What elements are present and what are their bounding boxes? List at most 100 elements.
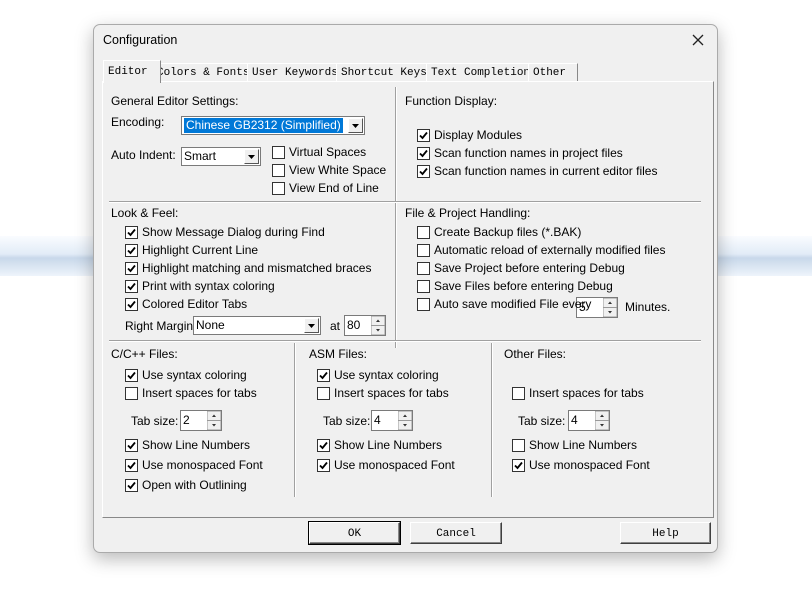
divider: [109, 340, 701, 342]
file-project-option-0-label: Create Backup files (*.BAK): [434, 225, 582, 239]
asm-files-title: ASM Files:: [309, 347, 368, 361]
spinner-arrows-icon[interactable]: [206, 410, 222, 431]
general-option-2-label: View End of Line: [289, 181, 379, 195]
auto-indent-value: Smart: [184, 149, 217, 163]
divider: [491, 343, 493, 497]
tab-user-keywords[interactable]: User Keywords: [247, 63, 340, 82]
function-display-option-2-checkbox[interactable]: [417, 165, 430, 178]
general-option-1-checkbox[interactable]: [272, 164, 285, 177]
checkmark-icon: [127, 300, 136, 309]
function-display-option-1-checkbox[interactable]: [417, 147, 430, 160]
help-button[interactable]: Help: [620, 522, 711, 544]
cpp_files-insert-spaces-checkbox[interactable]: [125, 387, 138, 400]
other_files-insert-spaces-checkbox[interactable]: [512, 387, 525, 400]
tab-other[interactable]: Other: [528, 63, 578, 82]
checkmark-icon: [419, 149, 428, 158]
other_files-line-numbers-label: Show Line Numbers: [529, 438, 638, 452]
asm-tab-size-spinner[interactable]: 4: [371, 410, 413, 431]
cpp_files-outlining-checkbox[interactable]: [125, 479, 138, 492]
look-feel-option-4-checkbox[interactable]: [125, 298, 138, 311]
spinner-arrows-icon[interactable]: [397, 410, 413, 431]
encoding-select[interactable]: Chinese GB2312 (Simplified): [181, 116, 365, 135]
cancel-button[interactable]: Cancel: [410, 522, 502, 544]
look-feel-option-3-label: Print with syntax coloring: [142, 279, 275, 293]
auto-indent-select[interactable]: Smart: [181, 147, 261, 166]
look-feel-option-2-checkbox[interactable]: [125, 262, 138, 275]
checkmark-icon: [319, 441, 328, 450]
cpp-tab-size-label: Tab size:: [131, 414, 179, 428]
divider: [395, 87, 397, 348]
ok-button[interactable]: OK: [308, 521, 401, 545]
checkmark-icon: [419, 167, 428, 176]
asm_files-insert-spaces-checkbox[interactable]: [317, 387, 330, 400]
right-margin-select[interactable]: None: [193, 316, 321, 335]
checkmark-icon: [319, 371, 328, 380]
checkmark-icon: [319, 461, 328, 470]
other_files-insert-spaces-label: Insert spaces for tabs: [529, 386, 644, 400]
file-project-option-4-label: Auto save modified File every: [434, 297, 592, 311]
asm_files-monospaced-checkbox[interactable]: [317, 459, 330, 472]
function-display-option-0-checkbox[interactable]: [417, 129, 430, 142]
asm_files-syntax-checkbox[interactable]: [317, 369, 330, 382]
asm_files-line-numbers-checkbox[interactable]: [317, 439, 330, 452]
asm-tab-size-label: Tab size:: [323, 414, 371, 428]
general-option-2-checkbox[interactable]: [272, 182, 285, 195]
file-project-title: File & Project Handling:: [405, 206, 531, 220]
close-icon[interactable]: [687, 29, 709, 51]
file-project-option-1-label: Automatic reload of externally modified …: [434, 243, 666, 257]
look-feel-option-0-checkbox[interactable]: [125, 226, 138, 239]
chevron-down-icon[interactable]: [304, 318, 319, 333]
cpp_files-syntax-checkbox[interactable]: [125, 369, 138, 382]
checkmark-icon: [127, 246, 136, 255]
function-display-option-0-label: Display Modules: [434, 128, 523, 142]
spinner-arrows-icon[interactable]: [370, 315, 386, 336]
function-display-option-1-label: Scan function names in project files: [434, 146, 623, 160]
file-project-option-3-label: Save Files before entering Debug: [434, 279, 613, 293]
general-settings-title: General Editor Settings:: [111, 94, 239, 108]
cpp_files-insert-spaces-label: Insert spaces for tabs: [142, 386, 257, 400]
file-project-option-3-checkbox[interactable]: [417, 280, 430, 293]
cpp_files-outlining-label: Open with Outlining: [142, 478, 247, 492]
checkmark-icon: [127, 461, 136, 470]
checkmark-icon: [127, 264, 136, 273]
file-project-option-2-checkbox[interactable]: [417, 262, 430, 275]
function-display-option-2-label: Scan function names in current editor fi…: [434, 164, 658, 178]
file-project-option-1-checkbox[interactable]: [417, 244, 430, 257]
general-option-0-checkbox[interactable]: [272, 146, 285, 159]
file-project-option-4-checkbox[interactable]: [417, 298, 430, 311]
asm_files-monospaced-label: Use monospaced Font: [334, 458, 455, 472]
cpp_files-monospaced-checkbox[interactable]: [125, 459, 138, 472]
look-feel-option-4-label: Colored Editor Tabs: [142, 297, 248, 311]
look-feel-option-1-label: Highlight Current Line: [142, 243, 259, 257]
chevron-down-icon[interactable]: [244, 149, 259, 164]
right-margin-value: None: [196, 318, 225, 332]
cpp-tab-size-spinner[interactable]: 2: [180, 410, 222, 431]
look-feel-option-3-checkbox[interactable]: [125, 280, 138, 293]
right-margin-spinner[interactable]: 80: [344, 315, 386, 336]
file-project-option-0-checkbox[interactable]: [417, 226, 430, 239]
look-feel-option-1-checkbox[interactable]: [125, 244, 138, 257]
at-label: at: [330, 319, 341, 333]
tab-colors-fonts[interactable]: Colors & Fonts: [152, 63, 249, 82]
cpp-tab-size-value: 2: [183, 413, 190, 427]
tab-shortcut-keys[interactable]: Shortcut Keys: [336, 63, 429, 82]
minutes-label: Minutes.: [625, 300, 671, 314]
spinner-arrows-icon[interactable]: [602, 297, 618, 318]
other_files-monospaced-checkbox[interactable]: [512, 459, 525, 472]
tab-editor[interactable]: Editor: [103, 60, 161, 83]
spinner-arrows-icon[interactable]: [594, 410, 610, 431]
cpp_files-line-numbers-checkbox[interactable]: [125, 439, 138, 452]
chevron-down-icon[interactable]: [348, 118, 363, 133]
auto-indent-label: Auto Indent:: [111, 148, 176, 162]
asm_files-line-numbers-label: Show Line Numbers: [334, 438, 443, 452]
checkmark-icon: [127, 228, 136, 237]
tab-text-completion[interactable]: Text Completion: [426, 63, 530, 82]
checkmark-icon: [127, 371, 136, 380]
right-margin-label: Right Margin:: [125, 319, 197, 333]
other_files-line-numbers-checkbox[interactable]: [512, 439, 525, 452]
title-bar[interactable]: Configuration: [94, 25, 717, 55]
checkmark-icon: [127, 282, 136, 291]
configuration-dialog: Configuration Editor Colors & Fonts User…: [93, 24, 718, 553]
other-tab-size-spinner[interactable]: 4: [568, 410, 610, 431]
cpp_files-line-numbers-label: Show Line Numbers: [142, 438, 251, 452]
